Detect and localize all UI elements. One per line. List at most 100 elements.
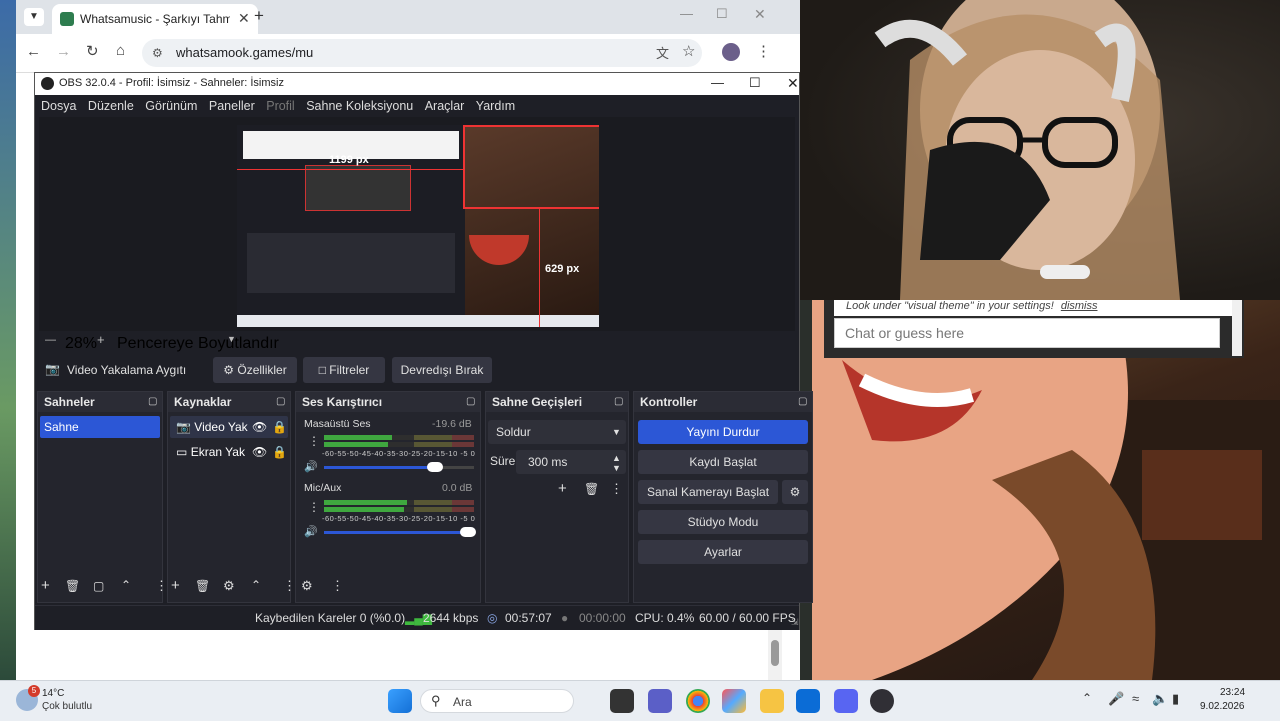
- menu-docks[interactable]: Paneller: [209, 95, 255, 117]
- obs-close-icon[interactable]: ✕: [787, 75, 799, 92]
- channel-menu-icon[interactable]: ⋮: [308, 500, 320, 514]
- source-item[interactable]: 📷 Video Yak 👁 🔒: [170, 416, 288, 438]
- source-properties-icon[interactable]: ⚙: [223, 578, 235, 594]
- zoom-in-icon[interactable]: +: [97, 332, 105, 347]
- menu-profile[interactable]: Profil: [266, 95, 294, 117]
- remove-source-icon[interactable]: 🗑: [195, 579, 210, 593]
- task-view-icon[interactable]: [610, 689, 634, 713]
- browser-tab[interactable]: Whatsamusic - Şarkıyı Tahmin E ✕: [52, 4, 258, 34]
- zoom-mode-chevron-icon[interactable]: ▼: [227, 334, 236, 344]
- scene-item[interactable]: Sahne: [40, 416, 160, 438]
- bookmark-star-icon[interactable]: ☆: [682, 42, 695, 60]
- lock-icon[interactable]: 🔒: [272, 441, 287, 463]
- advanced-audio-icon[interactable]: ⚙: [301, 578, 313, 594]
- add-transition-icon[interactable]: +: [558, 480, 567, 497]
- volume-knob[interactable]: [427, 462, 443, 472]
- visibility-eye-icon[interactable]: 👁: [252, 441, 267, 463]
- stop-streaming-button[interactable]: Yayını Durdur: [638, 420, 808, 444]
- close-tab-icon[interactable]: ✕: [238, 10, 250, 27]
- add-scene-icon[interactable]: +: [41, 577, 50, 594]
- scrollbar-thumb[interactable]: [771, 640, 779, 666]
- clock-time[interactable]: 23:24: [1220, 687, 1245, 698]
- wifi-icon[interactable]: ≈: [1132, 691, 1139, 706]
- volume-slider[interactable]: [324, 462, 474, 472]
- menu-help[interactable]: Yardım: [476, 95, 515, 117]
- deactivate-button[interactable]: Devredışı Bırak: [392, 357, 492, 383]
- discord-icon[interactable]: [834, 689, 858, 713]
- clock-date[interactable]: 9.02.2026: [1200, 701, 1245, 712]
- virtual-camera-button[interactable]: Sanal Kamerayı Başlat: [638, 480, 778, 504]
- chat-input[interactable]: Chat or guess here: [834, 318, 1220, 348]
- site-info-icon[interactable]: ⚙: [152, 39, 163, 67]
- resize-grip-icon[interactable]: ⇲: [791, 610, 799, 634]
- chat-scrollbar[interactable]: [1232, 300, 1242, 356]
- mixer-more-icon[interactable]: ⋮: [331, 578, 344, 594]
- tab-list-button[interactable]: ▼: [24, 8, 44, 26]
- minimize-browser-icon[interactable]: —: [680, 6, 693, 21]
- volume-slider[interactable]: [324, 527, 476, 537]
- profile-avatar[interactable]: [722, 43, 740, 61]
- channel-menu-icon[interactable]: ⋮: [308, 434, 320, 448]
- undock-transitions-icon[interactable]: ▢: [614, 396, 623, 407]
- dismiss-link[interactable]: dismiss: [1061, 300, 1098, 312]
- add-source-icon[interactable]: +: [171, 577, 180, 594]
- undock-controls-icon[interactable]: ▢: [798, 396, 807, 407]
- transition-menu-icon[interactable]: ⋮: [610, 481, 623, 497]
- store-icon[interactable]: [796, 689, 820, 713]
- menu-edit[interactable]: Düzenle: [88, 95, 134, 117]
- zoom-mode[interactable]: Pencereye Boyutlandır: [117, 335, 279, 353]
- spin-down-icon[interactable]: ▼: [612, 456, 621, 480]
- zoom-out-icon[interactable]: —: [45, 334, 56, 346]
- tray-overflow-icon[interactable]: ⌃: [1082, 691, 1092, 705]
- properties-button[interactable]: ⚙ Özellikler: [213, 357, 297, 383]
- undock-scenes-icon[interactable]: ▢: [148, 396, 157, 407]
- menu-tools[interactable]: Araçlar: [425, 95, 465, 117]
- menu-scene-collection[interactable]: Sahne Koleksiyonu: [306, 95, 413, 117]
- back-icon[interactable]: ←: [26, 43, 41, 60]
- taskbar-search[interactable]: ⚲ Ara: [420, 689, 574, 713]
- translate-icon[interactable]: 文: [656, 43, 669, 62]
- forward-icon[interactable]: →: [56, 43, 71, 60]
- settings-button[interactable]: Ayarlar: [638, 540, 808, 564]
- new-tab-icon[interactable]: +: [254, 6, 264, 26]
- battery-icon[interactable]: ▮: [1172, 691, 1179, 707]
- duration-spinbox[interactable]: 300 ms ▲ ▼: [516, 450, 626, 474]
- speaker-icon[interactable]: 🔊: [304, 460, 318, 473]
- undock-sources-icon[interactable]: ▢: [276, 396, 285, 407]
- obs-maximize-icon[interactable]: ☐: [749, 75, 761, 91]
- transition-select[interactable]: Soldur ▼: [488, 420, 626, 444]
- chrome-icon[interactable]: [686, 689, 710, 713]
- speaker-icon[interactable]: 🔊: [304, 525, 318, 538]
- scene-filters-icon[interactable]: ▢: [93, 579, 104, 593]
- remove-transition-icon[interactable]: 🗑: [584, 482, 599, 496]
- menu-view[interactable]: Görünüm: [145, 95, 197, 117]
- lock-icon[interactable]: 🔒: [272, 416, 287, 438]
- undock-mixer-icon[interactable]: ▢: [466, 396, 475, 407]
- volume-icon[interactable]: 🔈: [1152, 691, 1168, 707]
- menu-file[interactable]: Dosya: [41, 95, 76, 117]
- volume-knob[interactable]: [460, 527, 476, 537]
- obs-taskbar-icon[interactable]: [870, 689, 894, 713]
- preview-canvas[interactable]: 1199 px 629 px — 28% + Pencereye Boyutla…: [39, 117, 795, 352]
- move-up-icon[interactable]: ⌃: [251, 578, 261, 592]
- obs-minimize-icon[interactable]: —: [711, 75, 724, 90]
- copilot-icon[interactable]: [722, 689, 746, 713]
- reload-icon[interactable]: ↻: [86, 42, 99, 60]
- file-explorer-icon[interactable]: [760, 689, 784, 713]
- start-recording-button[interactable]: Kaydı Başlat: [638, 450, 808, 474]
- start-button-icon[interactable]: [388, 689, 412, 713]
- move-up-icon[interactable]: ⌃: [121, 578, 131, 592]
- source-item[interactable]: ▭ Ekran Yak 👁 🔒: [170, 441, 288, 463]
- url-bar[interactable]: ⚙ whatsamook.games/mu: [142, 39, 702, 67]
- maximize-browser-icon[interactable]: ☐: [716, 6, 728, 22]
- filters-button[interactable]: □ Filtreler: [303, 357, 385, 383]
- selection-box[interactable]: [463, 125, 599, 209]
- microphone-icon[interactable]: 🎤: [1108, 691, 1124, 707]
- browser-menu-icon[interactable]: ⋮: [756, 42, 771, 60]
- close-browser-icon[interactable]: ✕: [754, 6, 766, 23]
- virtual-camera-settings-button[interactable]: ⚙: [782, 480, 808, 504]
- studio-mode-button[interactable]: Stüdyo Modu: [638, 510, 808, 534]
- teams-icon[interactable]: [648, 689, 672, 713]
- home-icon[interactable]: ⌂: [116, 42, 125, 59]
- visibility-eye-icon[interactable]: 👁: [252, 416, 267, 438]
